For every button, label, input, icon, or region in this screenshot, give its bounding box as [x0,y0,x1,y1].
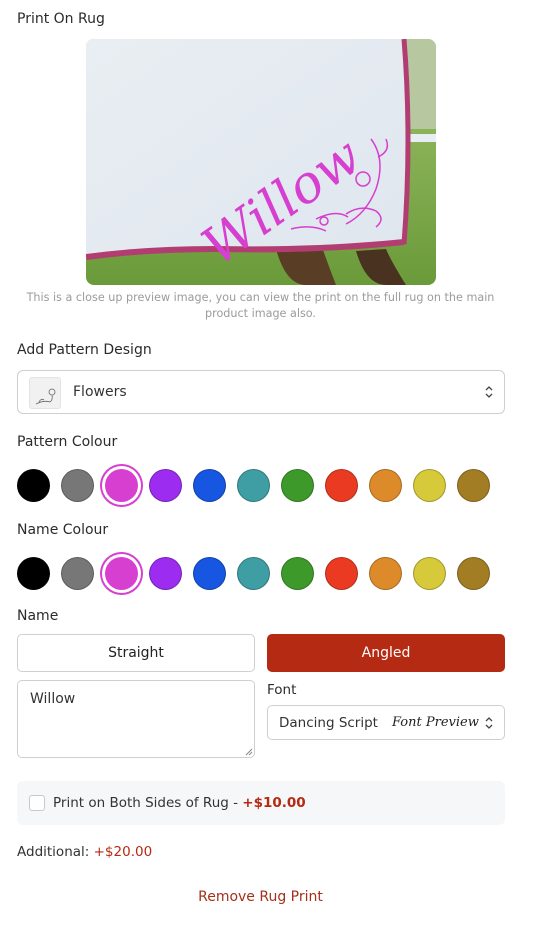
additional-price: +$20.00 [93,844,153,860]
remove-rug-print-link[interactable]: Remove Rug Print [0,889,521,905]
preview-caption: This is a close up preview image, you ca… [26,291,495,320]
pattern-colour-label: Pattern Colour [17,434,118,450]
name-colour-swatch[interactable] [369,557,402,590]
font-select[interactable]: Dancing Script Font Preview [267,705,505,740]
font-preview-text: Font Preview [392,715,479,730]
pattern-design-label: Add Pattern Design [17,342,152,358]
section-title: Print On Rug [17,11,105,27]
pattern-colour-swatch[interactable] [237,469,270,502]
resize-grip-icon[interactable] [243,746,253,756]
name-label: Name [17,608,59,624]
name-colour-swatch[interactable] [61,557,94,590]
name-colour-swatch[interactable] [237,557,270,590]
name-colour-swatches [17,557,505,591]
pattern-colour-swatch[interactable] [61,469,94,502]
pattern-colour-swatch[interactable] [193,469,226,502]
pattern-colour-swatch[interactable] [457,469,490,502]
pattern-colour-swatch[interactable] [413,469,446,502]
pattern-design-select[interactable]: Flowers [17,370,505,414]
name-colour-swatch[interactable] [281,557,314,590]
name-colour-swatch[interactable] [325,557,358,590]
print-both-sides-option: Print on Both Sides of Rug - +$10.00 [17,781,505,825]
pattern-colour-swatch[interactable] [17,469,50,502]
pattern-select-value: Flowers [73,384,127,400]
print-both-sides-checkbox[interactable] [29,795,45,811]
name-colour-swatch[interactable] [149,557,182,590]
angled-button[interactable]: Angled [267,634,505,672]
font-label: Font [267,682,297,698]
pattern-colour-swatch[interactable] [105,469,138,502]
pattern-colour-swatch[interactable] [325,469,358,502]
pattern-colour-swatch[interactable] [369,469,402,502]
name-colour-swatch[interactable] [17,557,50,590]
name-colour-swatch[interactable] [193,557,226,590]
name-colour-swatch[interactable] [105,557,138,590]
pattern-colour-swatches [17,469,505,503]
pattern-colour-swatch[interactable] [149,469,182,502]
name-colour-swatch[interactable] [457,557,490,590]
name-input[interactable] [17,680,255,758]
chevron-updown-icon [485,386,493,398]
name-colour-swatch[interactable] [413,557,446,590]
font-select-value: Dancing Script [279,715,378,731]
pattern-thumbnail-icon [29,377,61,409]
chevron-updown-icon [485,717,493,729]
name-colour-label: Name Colour [17,522,109,538]
straight-button[interactable]: Straight [17,634,255,672]
pattern-colour-swatch[interactable] [281,469,314,502]
additional-cost: Additional: +$20.00 [17,844,153,860]
print-both-sides-label: Print on Both Sides of Rug - +$10.00 [53,795,306,811]
rug-preview-image: Willow [86,39,436,285]
both-sides-price: +$10.00 [242,795,306,811]
